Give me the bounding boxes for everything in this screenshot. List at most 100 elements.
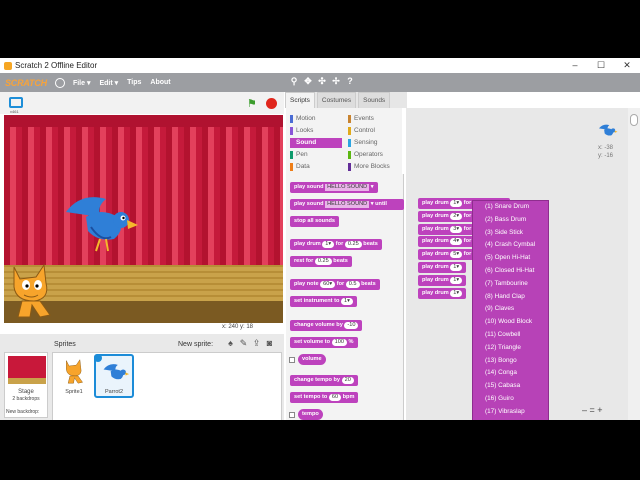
curtain-valance: [4, 115, 283, 127]
menu-tips[interactable]: Tips: [127, 79, 141, 86]
tab-sounds[interactable]: Sounds: [358, 92, 391, 108]
category-label: Sensing: [354, 139, 378, 146]
menu-edit[interactable]: Edit ▾: [99, 79, 118, 87]
drum-number: 1: [453, 200, 457, 206]
parrot-sprite[interactable]: [56, 187, 146, 257]
sprite-tile-sprite1[interactable]: Sprite1: [55, 355, 95, 399]
category-looks[interactable]: Looks: [290, 126, 342, 136]
fullscreen-icon[interactable]: [9, 97, 23, 108]
drum-menu-option[interactable]: (16) Guiro: [473, 393, 548, 406]
drum-menu-option[interactable]: (7) Tambourine: [473, 278, 548, 291]
script-block-play-drum[interactable]: play drum 1▾: [418, 262, 467, 273]
sprite-tile-parrot2[interactable]: Parrot2: [94, 354, 134, 398]
block-stop-all-sounds[interactable]: stop all sounds: [290, 216, 340, 227]
drum-menu-option[interactable]: (10) Wood Block: [473, 316, 548, 329]
volume-checkbox[interactable]: [289, 357, 295, 363]
category-label: More Blocks: [354, 163, 390, 170]
script-block-play-drum[interactable]: play drum 1▾: [418, 287, 467, 299]
drum-menu-option[interactable]: (1) Snare Drum: [473, 201, 548, 214]
drum-menu-option[interactable]: (3) Side Stick: [473, 227, 548, 240]
help-icon[interactable]: ?: [343, 76, 357, 87]
tab-costumes[interactable]: Costumes: [316, 92, 357, 108]
category-label: Looks: [296, 127, 314, 134]
scrollbar-thumb[interactable]: [630, 114, 638, 126]
choose-sprite-icon[interactable]: ♠: [224, 338, 237, 349]
globe-icon[interactable]: [54, 77, 65, 88]
script-block-play-drum[interactable]: play drum 1▾: [418, 274, 467, 286]
block-change-tempo[interactable]: change tempo by 20: [290, 375, 358, 386]
category-label: Control: [354, 127, 375, 134]
block-play-drum[interactable]: play drum 1▾ for 0.25 beats: [290, 239, 382, 250]
stage-thumbnail: [8, 356, 46, 384]
drum-menu-option[interactable]: (17) Vibraslap: [473, 406, 548, 419]
block-play-sound-until-done[interactable]: play sound HELLO SOUND ▾ until: [290, 199, 404, 210]
drum-menu-option[interactable]: (15) Cabasa: [473, 380, 548, 393]
drum-number: 4: [453, 238, 457, 245]
drum-menu-option[interactable]: (4) Crash Cymbal: [473, 239, 548, 252]
category-more-blocks[interactable]: More Blocks: [348, 162, 400, 172]
zoom-controls[interactable]: – = +: [582, 405, 603, 415]
minimize-button[interactable]: –: [562, 58, 588, 73]
block-label: play drum: [422, 212, 449, 219]
drum-menu-option[interactable]: (5) Open Hi-Hat: [473, 252, 548, 265]
sprite-x: x: -38: [598, 145, 614, 151]
current-sprite-icon: [599, 124, 618, 136]
stage[interactable]: [4, 115, 283, 323]
category-events[interactable]: Events: [348, 114, 400, 124]
block-label: play drum: [422, 264, 449, 270]
category-operators[interactable]: Operators: [348, 150, 400, 160]
category-motion[interactable]: Motion: [290, 114, 342, 124]
scratch-logo[interactable]: SCRATCH: [5, 78, 47, 88]
category-pen[interactable]: Pen: [290, 150, 342, 160]
block-set-volume[interactable]: set volume to 100 %: [290, 337, 358, 348]
drum-menu-option[interactable]: (8) Hand Clap: [473, 291, 548, 304]
category-data[interactable]: Data: [290, 162, 342, 172]
category-label: Events: [354, 115, 374, 122]
paint-sprite-icon[interactable]: ✎: [237, 338, 250, 349]
close-button[interactable]: ✕: [614, 58, 640, 73]
cat-sprite[interactable]: [6, 259, 56, 321]
category-label: Sound: [296, 139, 317, 146]
stage-thumbnail-cell[interactable]: Stage 2 backdrops New backdrop:: [4, 352, 48, 418]
backdrops-count: 2 backdrops: [12, 396, 40, 402]
drum-dropdown-menu[interactable]: (1) Snare Drum (2) Bass Drum (3) Side Stic…: [472, 200, 549, 420]
block-set-instrument[interactable]: set instrument to 1▾: [290, 296, 357, 307]
menu-bar: SCRATCH File ▾ Edit ▾ Tips About ⚲ ✥ ✣ ✢…: [0, 73, 640, 92]
category-control[interactable]: Control: [348, 126, 400, 136]
block-play-note[interactable]: play note 60▾ for 0.5 beats: [290, 279, 380, 290]
menu-about[interactable]: About: [150, 79, 170, 86]
shrink-icon[interactable]: ✢: [329, 76, 343, 87]
drum-menu-option[interactable]: (18) Open Cuica: [473, 419, 548, 420]
drum-menu-option[interactable]: (14) Conga: [473, 367, 548, 380]
category-sound[interactable]: Sound: [290, 138, 342, 148]
block-label: play drum: [422, 200, 449, 206]
upload-sprite-icon[interactable]: ⇪: [250, 338, 263, 349]
drum-menu-option[interactable]: (6) Closed Hi-Hat: [473, 265, 548, 278]
grow-icon[interactable]: ✣: [315, 76, 329, 87]
stop-icon[interactable]: [266, 98, 277, 109]
block-rest-for[interactable]: rest for 0.25 beats: [290, 256, 352, 267]
block-play-sound[interactable]: play sound HELLO SOUND ▾: [290, 182, 378, 193]
drum-menu-option[interactable]: (2) Bass Drum: [473, 214, 548, 227]
drum-menu-option[interactable]: (11) Cowbell: [473, 329, 548, 342]
tempo-checkbox[interactable]: [289, 412, 295, 418]
green-flag-icon[interactable]: ⚑: [247, 97, 257, 110]
camera-icon[interactable]: ◙: [263, 338, 276, 349]
block-label: play drum: [422, 238, 449, 245]
drum-menu-option[interactable]: (12) Triangle: [473, 342, 548, 355]
maximize-button[interactable]: ☐: [588, 58, 614, 73]
drum-menu-option[interactable]: (13) Bongo: [473, 355, 548, 368]
duplicate-icon[interactable]: ⚲: [287, 76, 301, 87]
tab-scripts[interactable]: Scripts: [285, 92, 315, 108]
stage-label: Stage: [18, 389, 34, 395]
reporter-tempo[interactable]: tempo: [298, 409, 323, 420]
cut-icon[interactable]: ✥: [301, 76, 315, 87]
drum-menu-option[interactable]: (9) Claves: [473, 303, 548, 316]
scripts-scrollbar[interactable]: [628, 108, 640, 420]
block-set-tempo[interactable]: set tempo to 60 bpm: [290, 392, 359, 403]
block-change-volume[interactable]: change volume by -10: [290, 320, 363, 331]
reporter-volume[interactable]: volume: [298, 354, 326, 365]
menu-file[interactable]: File ▾: [73, 79, 91, 87]
category-sensing[interactable]: Sensing: [348, 138, 400, 148]
category-label: Data: [296, 163, 310, 170]
